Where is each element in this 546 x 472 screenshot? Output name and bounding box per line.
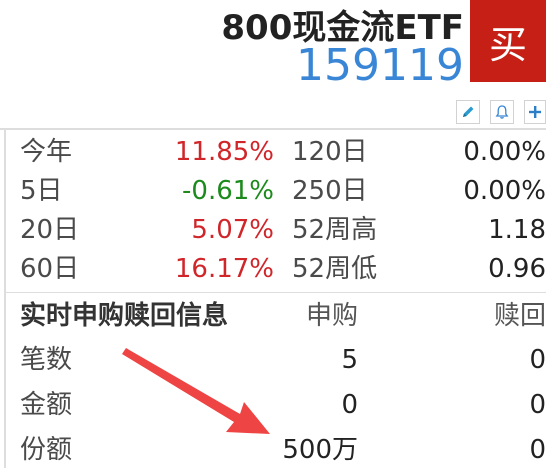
perf-label: 250日 [292, 176, 368, 206]
perf-label: 今年 [20, 137, 73, 167]
plus-icon[interactable] [524, 100, 546, 124]
subscription-title: 实时申购赎回信息 [20, 301, 229, 331]
row-label: 笔数 [20, 345, 73, 375]
redeem-value: 0 [529, 345, 546, 375]
redeem-value: 0 [529, 390, 546, 420]
edit-icon[interactable] [456, 100, 480, 124]
subscription-table: 实时申购赎回信息 申购 赎回 笔数 5 0 金额 0 0 份额 500万 0 [0, 294, 546, 468]
perf-label: 52周低 [292, 254, 378, 284]
perf-label: 20日 [20, 215, 80, 245]
perf-value: 11.85% [174, 137, 274, 167]
buy-button[interactable]: 买 [470, 0, 546, 82]
perf-value: 0.00% [463, 176, 546, 206]
perf-label: 5日 [20, 176, 63, 206]
subscribe-value: 0 [341, 390, 358, 420]
perf-value: 1.18 [488, 215, 546, 245]
perf-value: 0.96 [488, 254, 546, 284]
subscribe-value: 5 [341, 345, 358, 375]
fund-code: 159119 [296, 40, 464, 91]
fund-header: 800现金流ETF 159119 买 [0, 0, 546, 98]
perf-value: -0.61% [182, 176, 274, 206]
column-header-subscribe: 申购 [305, 301, 358, 331]
subscribe-value: 500万 [282, 435, 358, 465]
perf-label: 120日 [292, 137, 368, 167]
column-header-redeem: 赎回 [493, 301, 546, 331]
bell-icon[interactable] [490, 100, 514, 124]
redeem-value: 0 [529, 435, 546, 465]
perf-value: 16.17% [174, 254, 274, 284]
perf-label: 52周高 [292, 215, 378, 245]
toolbar [0, 98, 546, 130]
row-label: 份额 [20, 435, 73, 465]
perf-label: 60日 [20, 254, 80, 284]
perf-value: 5.07% [191, 215, 274, 245]
performance-grid: 今年 11.85% 120日 0.00% 5日 -0.61% 250日 0.00… [0, 130, 546, 290]
perf-value: 0.00% [463, 137, 546, 167]
row-label: 金额 [20, 390, 73, 420]
section-divider [6, 292, 546, 293]
